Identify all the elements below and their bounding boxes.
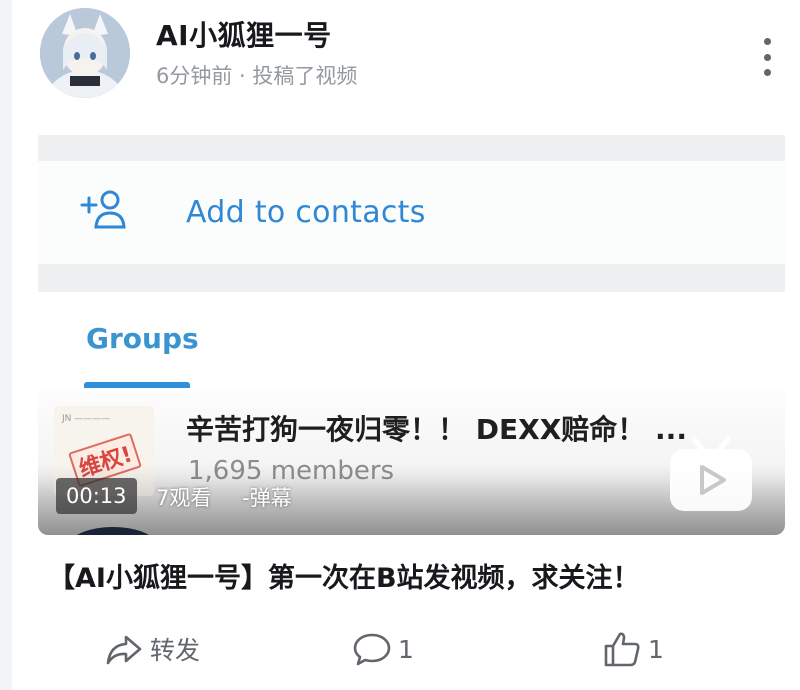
thumbnail-group-title: 辛苦打狗一夜归零！！ DEXX赔命！ ... bbox=[186, 413, 687, 446]
video-duration: 00:13 bbox=[56, 478, 137, 514]
author-name[interactable]: AI小狐狸一号 bbox=[156, 14, 332, 54]
share-button[interactable]: 转发 bbox=[104, 628, 200, 670]
post-title[interactable]: 【AI小狐狸一号】第一次在B站发视频，求关注！ bbox=[48, 556, 640, 595]
share-label: 转发 bbox=[150, 636, 201, 665]
thumbnail-divider bbox=[38, 135, 785, 161]
tv-play-icon[interactable] bbox=[666, 435, 756, 515]
share-arrow-icon bbox=[106, 635, 142, 665]
more-vertical-icon[interactable] bbox=[756, 38, 778, 76]
like-count: 1 bbox=[648, 634, 664, 664]
comment-button[interactable]: 1 bbox=[352, 628, 414, 670]
thumbnail-add-contacts-row: Add to contacts bbox=[38, 161, 785, 264]
thumbnail-divider bbox=[38, 264, 785, 292]
author-avatar[interactable] bbox=[40, 8, 130, 98]
video-thumbnail[interactable]: Add to contacts Groups JN ———— 维权! 辛苦打狗一… bbox=[38, 117, 785, 535]
thumbnail-add-contacts-label: Add to contacts bbox=[186, 195, 426, 230]
video-danmaku-count: -弹幕 bbox=[242, 486, 292, 510]
post-meta: 6分钟前 · 投稿了视频 bbox=[156, 64, 358, 88]
dynamic-post-card[interactable]: AI小狐狸一号 6分钟前 · 投稿了视频 Add to contacts Gro… bbox=[12, 0, 800, 690]
like-button[interactable]: 1 bbox=[602, 628, 664, 670]
thumbnail-groups-tab: Groups bbox=[86, 322, 199, 355]
add-person-icon bbox=[80, 190, 126, 229]
comment-bubble-icon bbox=[353, 633, 391, 666]
video-views: 7观看 bbox=[156, 486, 212, 510]
thumbs-up-icon bbox=[604, 632, 640, 667]
comment-count: 1 bbox=[398, 634, 414, 664]
